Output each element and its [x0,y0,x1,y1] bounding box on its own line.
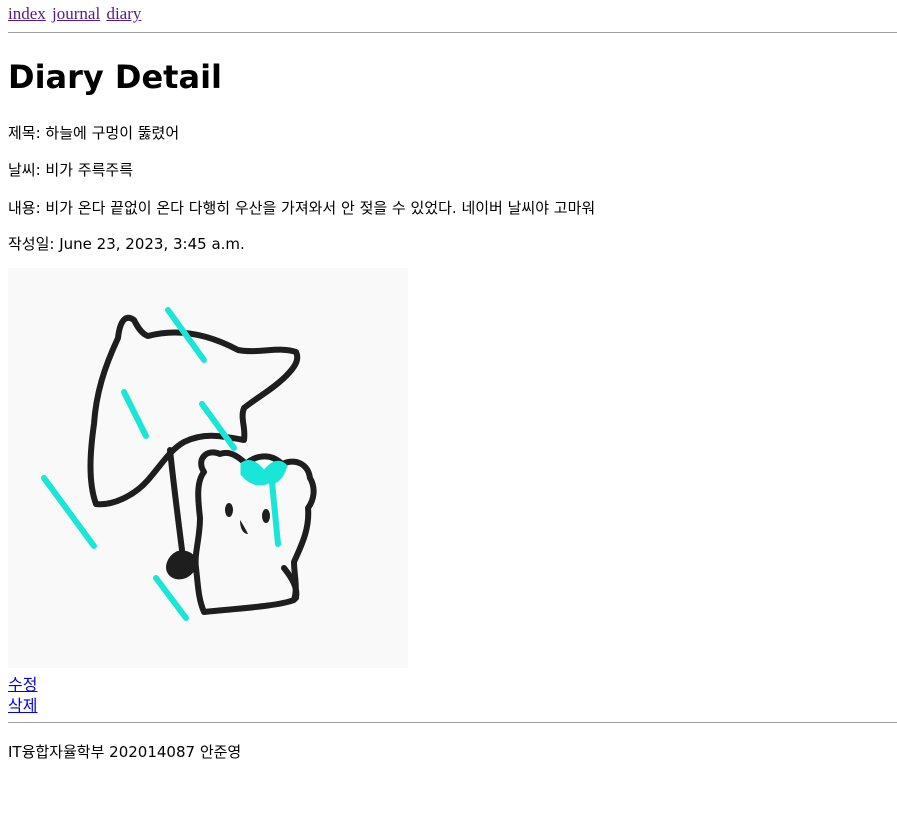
nav-link-journal[interactable]: journal [52,4,100,23]
edit-link[interactable]: 수정 [8,674,37,695]
bear-umbrella-illustration [41,307,317,621]
nav-link-index[interactable]: index [8,4,46,23]
diary-image [8,268,408,668]
nav-link-diary[interactable]: diary [106,4,141,23]
bottom-divider [8,722,897,723]
footer-text: IT융합자율학부 202014087 안준영 [8,743,242,761]
top-nav: index journal diary [8,4,143,24]
page-title: Diary Detail [8,58,222,96]
diary-title: 제목: 하늘에 구멍이 뚫렸어 [8,124,180,142]
diary-date: 작성일: June 23, 2023, 3:45 a.m. [8,235,245,253]
diary-weather: 날씨: 비가 주륵주륵 [8,161,133,179]
delete-link[interactable]: 삭제 [8,695,37,716]
action-links: 수정 삭제 [8,674,37,716]
diary-content: 내용: 비가 온다 끝없이 온다 다행히 우산을 가져와서 안 젖을 수 있었다… [8,199,596,217]
top-divider [8,32,897,33]
